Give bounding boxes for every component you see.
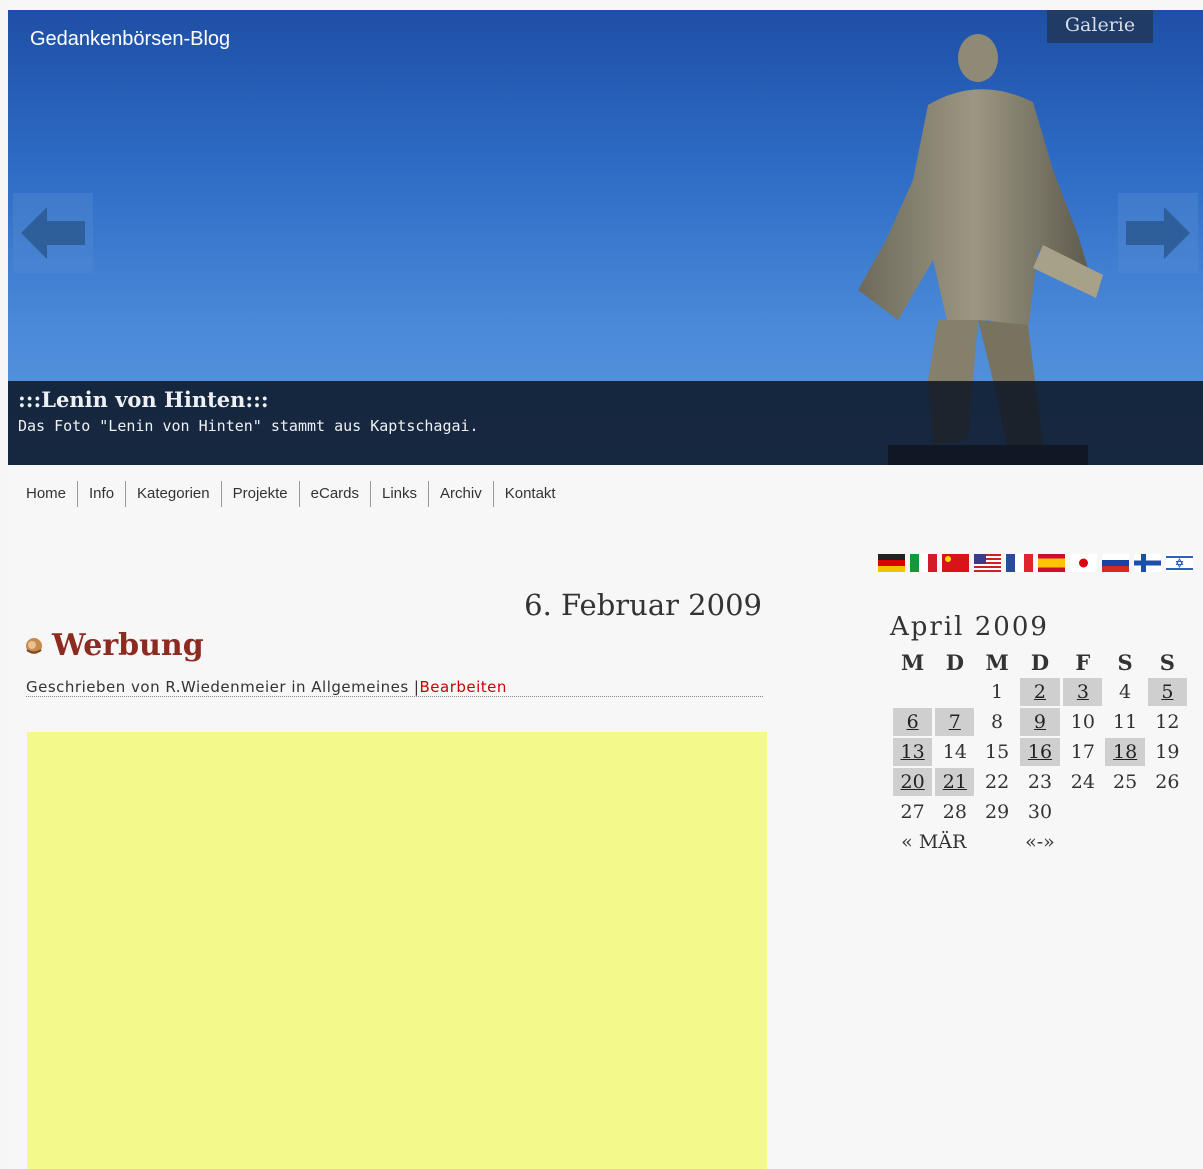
nav-links[interactable]: Links [371, 481, 430, 507]
advertisement-box [27, 732, 767, 1169]
flag-fr-icon[interactable] [1006, 554, 1033, 572]
calendar-nav-spacer [977, 828, 1016, 856]
calendar-weekday-row: M D M D F S S [893, 648, 1187, 676]
calendar-day[interactable]: 13 [893, 738, 933, 766]
calendar-day: 4 [1119, 681, 1132, 703]
calendar-day: 28 [942, 801, 967, 823]
nav-info[interactable]: Info [78, 481, 127, 507]
weekday-header: D [945, 649, 964, 675]
calendar-table: M D M D F S S 1 2 3 4 5 6 7 8 9 10 11 12… [890, 646, 1190, 858]
calendar-caption: April 2009 [890, 612, 1049, 642]
calendar-day: 8 [991, 711, 1004, 733]
post-meta: Geschrieben von R.Wiedenmeier in Allgeme… [26, 678, 763, 697]
nav-kontakt[interactable]: Kontakt [494, 481, 567, 507]
weekday-header: S [1159, 649, 1175, 675]
calendar-day [935, 678, 974, 706]
calendar-day[interactable]: 16 [1019, 738, 1061, 766]
calendar-day[interactable]: 7 [935, 708, 975, 736]
nav-home[interactable]: Home [20, 481, 79, 507]
calendar-day: 15 [984, 741, 1010, 763]
flag-cn-icon[interactable] [942, 554, 969, 572]
calendar-day [1105, 798, 1144, 826]
previous-slide-button[interactable] [13, 193, 93, 273]
slide-description: Das Foto "Lenin von Hinten" stammt aus K… [18, 417, 479, 435]
flag-de-icon[interactable] [878, 554, 905, 572]
weekday-header: M [985, 649, 1009, 675]
calendar-day: 29 [984, 801, 1010, 823]
calendar-nav-spacer [1063, 828, 1187, 856]
flag-us-icon[interactable] [974, 554, 1001, 572]
nav-kategorien[interactable]: Kategorien [126, 481, 222, 507]
header-slideshow: Gedankenbörsen-Blog Galerie :::Lenin von… [8, 10, 1203, 465]
slide-caption: :::Lenin von Hinten::: Das Foto "Lenin v… [8, 381, 1203, 465]
calendar-day: 25 [1113, 771, 1138, 793]
calendar-day[interactable]: 2 [1019, 678, 1061, 706]
flag-jp-icon[interactable] [1070, 554, 1097, 572]
nav-archiv[interactable]: Archiv [429, 481, 494, 507]
calendar-day [893, 678, 932, 706]
calendar-day[interactable]: 21 [935, 768, 975, 796]
calendar-day: 1 [991, 681, 1004, 703]
nav-projekte[interactable]: Projekte [222, 481, 300, 507]
calendar-next-month-link[interactable]: «-» [1020, 828, 1061, 856]
post-date: 6. Februar 2009 [524, 588, 762, 622]
calendar-day[interactable]: 9 [1019, 708, 1061, 736]
flag-it-icon[interactable] [910, 554, 937, 572]
nav-ecards[interactable]: eCards [300, 481, 371, 507]
calendar-day: 17 [1070, 741, 1095, 763]
weekday-header: D [1030, 649, 1050, 675]
calendar-day: 19 [1155, 741, 1180, 763]
calendar-prev-month-link[interactable]: « MÄR [893, 828, 974, 856]
calendar-day: 27 [900, 801, 925, 823]
calendar-day: 10 [1070, 711, 1095, 733]
calendar-day: 12 [1155, 711, 1180, 733]
calendar-day[interactable]: 3 [1063, 678, 1103, 706]
language-flags [878, 554, 1193, 572]
arrow-right-icon [1126, 207, 1190, 259]
calendar-day[interactable]: 6 [893, 708, 933, 736]
post-meta-text: Geschrieben von R.Wiedenmeier in Allgeme… [26, 678, 420, 696]
slide-title: :::Lenin von Hinten::: [18, 387, 269, 412]
flag-ru-icon[interactable] [1102, 554, 1129, 572]
blog-title[interactable]: Gedankenbörsen-Blog [30, 28, 230, 51]
calendar-day [1148, 798, 1187, 826]
next-slide-button[interactable] [1118, 193, 1198, 273]
calendar-day: 22 [984, 771, 1010, 793]
calendar-widget: April 2009 M D M D F S S 1 2 3 4 5 6 7 8… [890, 612, 1190, 858]
calendar-day: 30 [1027, 801, 1053, 823]
weekday-header: M [900, 649, 925, 675]
calendar-day: 24 [1070, 771, 1095, 793]
edit-post-link[interactable]: Bearbeiten [420, 678, 507, 696]
post-title-row: Werbung [24, 628, 204, 663]
arrow-left-icon [21, 207, 85, 259]
flag-il-icon[interactable] [1166, 554, 1193, 572]
calendar-day: 23 [1027, 771, 1053, 793]
lenin-head-icon [26, 637, 42, 654]
calendar-day[interactable]: 20 [893, 768, 933, 796]
calendar-day: 26 [1155, 771, 1180, 793]
weekday-header: S [1117, 649, 1133, 675]
weekday-header: F [1075, 649, 1091, 675]
calendar-day: 11 [1113, 711, 1138, 733]
calendar-day[interactable]: 5 [1147, 678, 1187, 706]
post-title-link[interactable]: Werbung [52, 628, 204, 663]
flag-fi-icon[interactable] [1134, 554, 1161, 572]
calendar-day[interactable]: 18 [1105, 738, 1145, 766]
flag-es-icon[interactable] [1038, 554, 1065, 572]
calendar-day: 14 [942, 741, 967, 763]
main-navigation: Home Info Kategorien Projekte eCards Lin… [20, 481, 567, 507]
calendar-day [1063, 798, 1102, 826]
calendar-body: 1 2 3 4 5 6 7 8 9 10 11 12 13 14 15 16 1… [893, 678, 1187, 856]
